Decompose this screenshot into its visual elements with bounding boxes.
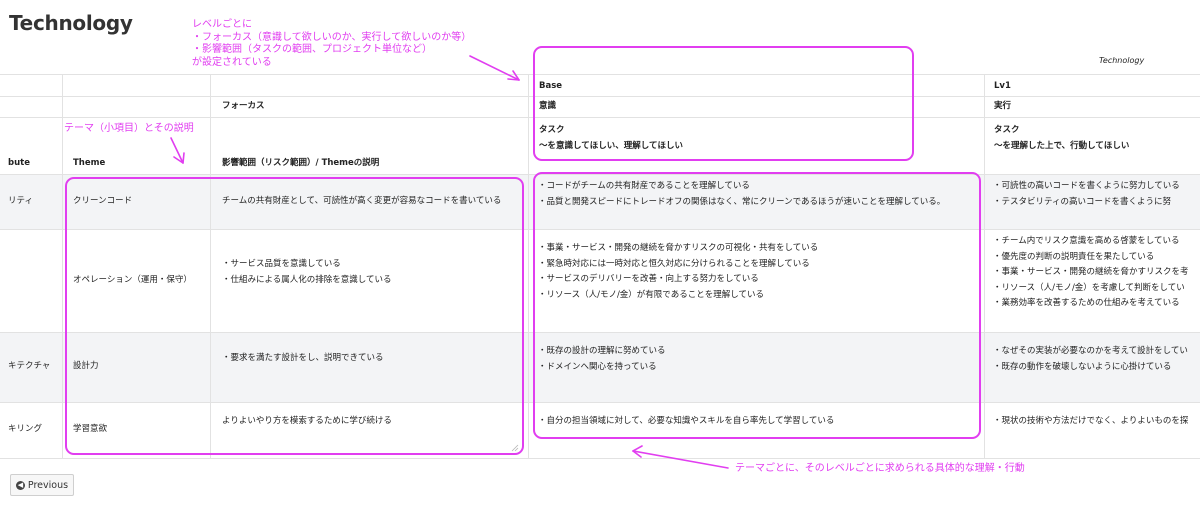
behavior-item: ・事業・サービス・開発の継続を脅かすリスクを考 [993,267,1189,277]
row-lv1-behaviors: ・なぜその実装が必要なのかを考えて設計をしてい ・既存の動作を破壊しないように心… [993,344,1200,375]
row-lv1-behaviors: ・チーム内でリスク意識を高める啓蒙をしている ・優先度の判断の説明責任を果たして… [993,234,1200,312]
focus-label: フォーカス [222,101,265,111]
scope-lv1-line: 〜を理解した上で、行動してほしい [994,140,1130,151]
grid-line [528,74,529,458]
row-lv1-behaviors: ・現状の技術や方法だけでなく、よりよいものを探 [993,414,1200,430]
focus-lv1: 実行 [994,101,1012,111]
arrow-icon [469,55,520,81]
behavior-item: ・テスタビリティの高いコードを書くように努 [993,196,1171,207]
behavior-item: ・優先度の判断の説明責任を果たしている [993,251,1155,262]
grid-line [984,74,985,458]
col-attribute-header: bute [8,158,30,168]
level-annotation-line: ・影響範囲（タスクの範囲、プロジェクト単位など） [192,44,432,55]
col-theme-header: Theme [73,158,106,168]
scope-lv1: タスク 〜を理解した上で、行動してほしい [994,123,1129,154]
sheet-label: Technology [1099,56,1145,65]
behavior-item: ・なぜその実装が必要なのかを考えて設計をしてい [993,346,1188,356]
col-scope-header: 影響範囲（リスク範囲）/ Themeの説明 [222,158,380,168]
behavior-item: ・可読性の高いコードを書くように努力している [993,181,1180,191]
page-title: Technology [9,11,133,35]
behavior-column-highlight [533,172,981,439]
theme-column-highlight [65,177,524,455]
previous-button-label: Previous [27,479,69,491]
row-attribute: リティ [8,196,33,206]
behavior-item: ・リソース（人/モノ/金）を考慮して判断をしてい [993,282,1185,293]
row-attribute: キテクチャ [8,361,51,371]
theme-annotation: テーマ（小項目）とその説明 [64,123,194,134]
level-lv1-header: Lv1 [994,81,1011,91]
behavior-item: ・既存の動作を破壊しないように心掛けている [993,361,1172,372]
arrow-left-circle-icon: ◀ [15,480,25,490]
previous-button[interactable]: ◀ Previous [10,474,74,496]
row-attribute: キリング [8,424,43,434]
level-annotation: レベルごとに ・フォーカス（意識して欲しいのか、実行して欲しいのか等） ・影響範… [192,19,471,69]
row-lv1-behaviors: ・可読性の高いコードを書くように努力している ・テスタビリティの高いコードを書く… [993,179,1200,210]
level-annotation-line: ・フォーカス（意識して欲しいのか、実行して欲しいのか等） [192,31,472,43]
grid-line [62,74,63,458]
level-annotation-line: が設定されている [192,56,272,68]
arrow-icon [170,137,185,164]
behavior-item: ・業務効率を改善するための仕組みを考えている [993,298,1180,308]
scope-lv1-line: タスク [994,125,1020,135]
grid-line [0,458,1200,459]
level-header-highlight [533,46,914,161]
behavior-annotation: テーマごとに、そのレベルごとに求められる具体的な理解・行動 [735,463,1025,474]
level-annotation-line: レベルごとに [192,19,252,30]
arrow-icon [632,445,729,469]
behavior-item: ・現状の技術や方法だけでなく、よりよいものを探 [993,416,1189,426]
behavior-item: ・チーム内でリスク意識を高める啓蒙をしている [993,236,1180,246]
